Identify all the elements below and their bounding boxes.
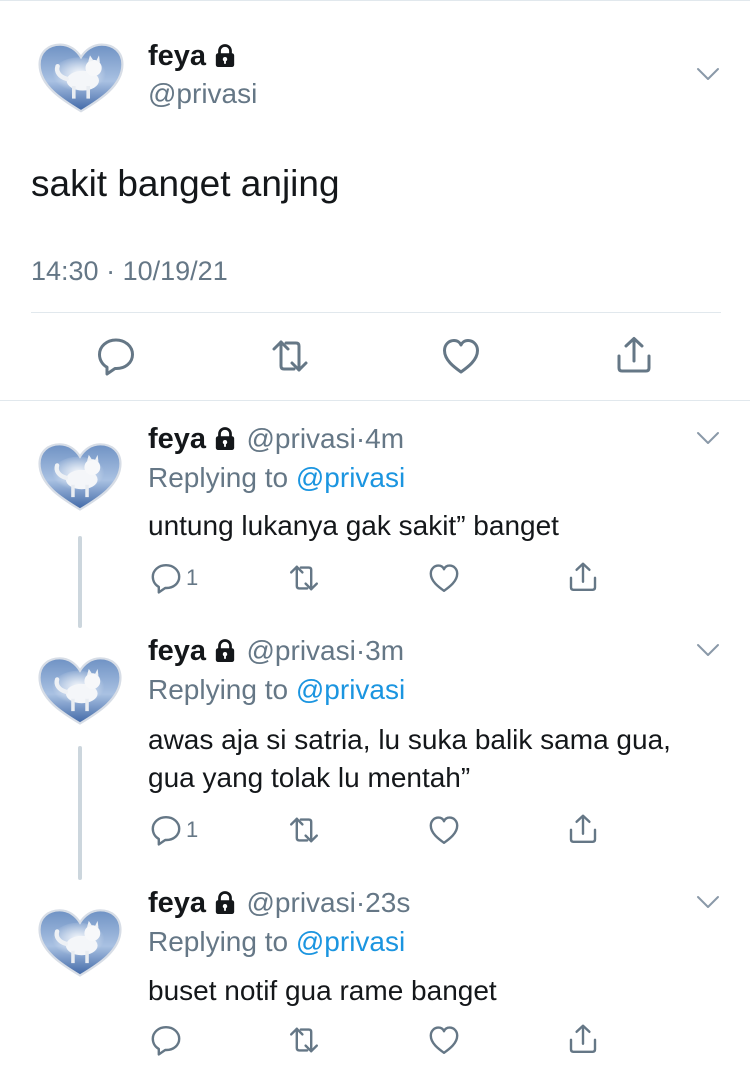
share-icon[interactable] [567,812,599,846]
replying-to-label: Replying to [148,926,289,957]
lock-icon [214,891,236,915]
chevron-down-icon[interactable] [696,431,720,445]
chevron-down-icon[interactable] [696,67,720,81]
tweet-age: 3m [365,635,405,666]
like-icon[interactable] [428,814,460,846]
reply-icon [150,1024,182,1056]
lock-icon [214,427,236,451]
reply-text: awas aja si satria, lu suka balik sama g… [148,721,671,797]
reply-text-line: gua yang tolak lu mentah” [148,762,471,793]
avatar-heart-icon[interactable] [36,440,124,512]
replying-to-link[interactable]: @privasi [296,926,405,957]
main-handle[interactable]: @privasi [148,78,257,110]
reply-button[interactable]: 1 [150,562,198,594]
replying-to-link[interactable]: @privasi [296,674,405,705]
thread-connector [78,536,82,628]
display-name[interactable]: feya [148,423,206,455]
replying-to-link[interactable]: @privasi [296,462,405,493]
replying-to: Replying to @privasi [148,462,405,494]
reply-text: buset notif gua rame banget [148,972,497,1010]
share-icon[interactable] [567,1022,599,1056]
like-icon[interactable] [428,562,460,594]
tweet-age: 23s [365,887,411,918]
main-timestamp: 14:30 · 10/19/21 [31,256,228,287]
reply-text-line: awas aja si satria, lu suka balik sama g… [148,724,671,755]
replying-to-label: Replying to [148,462,289,493]
display-name[interactable]: feya [148,635,206,667]
share-icon[interactable] [567,560,599,594]
reply-button[interactable]: 1 [150,814,198,846]
handle[interactable]: @privasi [247,887,356,918]
lock-icon [214,639,236,663]
avatar-heart-icon[interactable] [36,906,124,978]
reply-text-line: untung lukanya gak sakit” banget [148,510,559,541]
reply-author-row[interactable]: feya @privasi·3m [148,635,404,668]
retweet-icon[interactable] [287,814,321,846]
meta-separator: · [355,423,366,454]
replying-to-label: Replying to [148,674,289,705]
meta-separator: · [355,635,366,666]
handle[interactable]: @privasi [247,635,356,666]
main-tweet-text: sakit banget anjing [31,163,340,204]
share-icon[interactable] [614,334,654,376]
reply-author-row[interactable]: feya @privasi·23s [148,887,410,920]
reply-count: 1 [186,565,199,590]
meta-separator: · [355,887,366,918]
reply-button[interactable] [150,1024,182,1056]
retweet-icon[interactable] [269,336,311,376]
lock-icon [214,44,236,68]
main-divider [31,312,721,313]
reply-author-row[interactable]: feya @privasi·4m [148,423,404,456]
like-icon[interactable] [441,336,481,376]
reply-icon [150,562,182,594]
replying-to: Replying to @privasi [148,926,405,958]
main-author-row[interactable]: feya [148,40,236,73]
thread-connector [78,746,82,880]
section-divider [0,400,750,401]
display-name[interactable]: feya [148,40,206,72]
reply-icon [150,814,182,846]
like-icon[interactable] [428,1024,460,1056]
date-value: 10/19/21 [122,256,228,286]
replying-to: Replying to @privasi [148,674,405,706]
time-separator: · [106,256,116,286]
display-name[interactable]: feya [148,887,206,919]
chevron-down-icon[interactable] [696,643,720,657]
time-value: 14:30 [31,256,99,286]
handle[interactable]: @privasi [247,423,356,454]
reply-count: 1 [186,817,199,842]
retweet-icon[interactable] [287,562,321,594]
top-divider [0,0,750,1]
reply-icon[interactable] [96,336,136,376]
avatar-heart-icon[interactable] [36,654,124,726]
tweet-age: 4m [365,423,405,454]
retweet-icon[interactable] [287,1024,321,1056]
chevron-down-icon[interactable] [696,895,720,909]
avatar-heart-icon[interactable] [36,40,126,114]
reply-text: untung lukanya gak sakit” banget [148,507,559,545]
reply-text-line: buset notif gua rame banget [148,975,497,1006]
